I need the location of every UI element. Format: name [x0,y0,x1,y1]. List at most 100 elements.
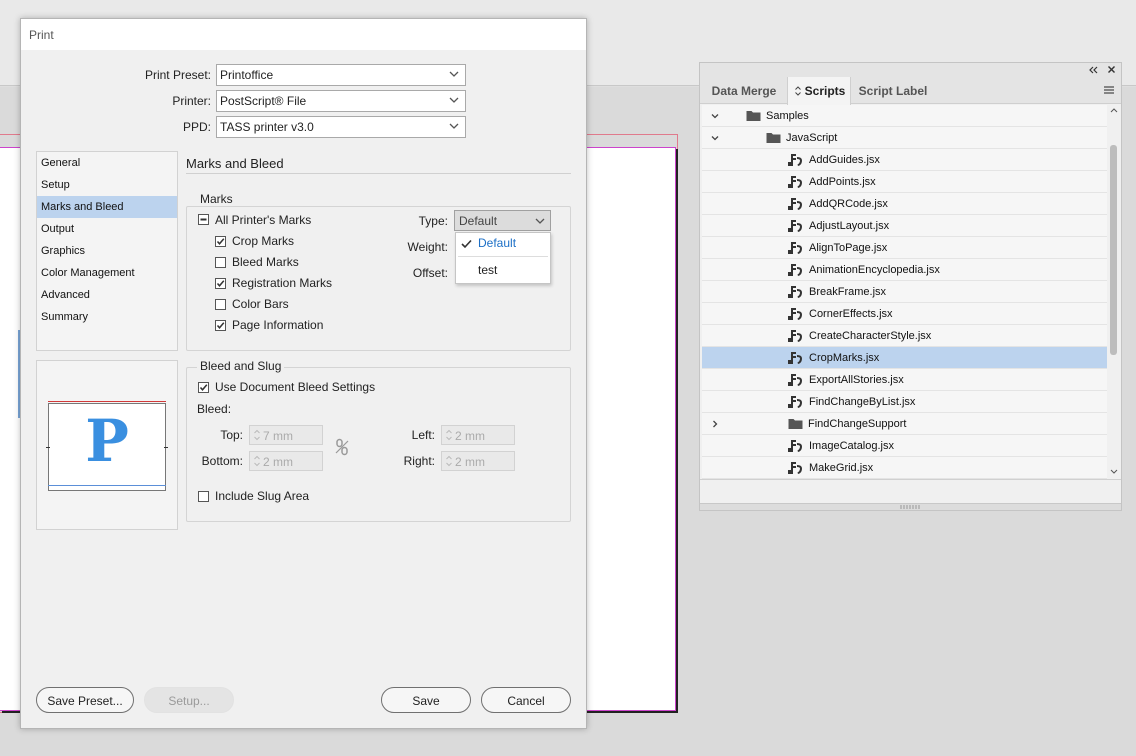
tree-item-label: AddPoints.jsx [809,176,876,188]
tab-script-label[interactable]: Script Label [852,77,934,104]
category-output[interactable]: Output [37,218,177,240]
category-general[interactable]: General [37,152,177,174]
close-icon[interactable] [1107,65,1116,74]
category-color-management[interactable]: Color Management [37,262,177,284]
setup-button[interactable]: Setup... [144,687,234,713]
color-bars-checkbox[interactable] [215,299,226,310]
script-icon [788,374,802,386]
type-option-default[interactable]: Default [478,236,516,250]
bleed-left-input[interactable]: 2 mm [441,425,515,445]
tree-item-label: CropMarks.jsx [809,352,880,364]
script-icon [788,176,802,188]
page-information-label: Page Information [232,318,324,332]
tree-folder-row[interactable]: Samples [702,105,1107,127]
indeterminate-icon [200,218,207,221]
bleed-bottom-value: 2 mm [263,455,293,469]
type-label: Type: [418,214,448,228]
panel-resize-grip[interactable] [700,503,1121,510]
tree-script-row[interactable]: AlignToPage.jsx [702,237,1107,259]
vertical-scrollbar[interactable] [1107,105,1120,479]
category-setup[interactable]: Setup [37,174,177,196]
category-summary[interactable]: Summary [37,306,177,328]
chevron-down-icon [449,71,459,77]
use-doc-bleed-checkbox[interactable] [198,382,209,393]
tree-script-row[interactable]: AddGuides.jsx [702,149,1107,171]
bleed-marks-label: Bleed Marks [232,255,299,269]
cancel-button[interactable]: Cancel [481,687,571,713]
bleed-right-input[interactable]: 2 mm [441,451,515,471]
category-marks-and-bleed[interactable]: Marks and Bleed [37,196,177,218]
bleed-top-input[interactable]: 7 mm [249,425,323,445]
tree-item-label: AlignToPage.jsx [809,242,888,254]
include-slug-checkbox[interactable] [198,491,209,502]
tree-script-row[interactable]: CornerEffects.jsx [702,303,1107,325]
chevron-down-icon[interactable] [710,133,720,143]
bleed-top-value: 7 mm [263,429,293,443]
preview-page-line [48,485,166,486]
script-icon [788,352,802,364]
save-preset-button[interactable]: Save Preset... [36,687,134,713]
registration-marks-checkbox[interactable] [215,278,226,289]
category-advanced[interactable]: Advanced [37,284,177,306]
script-icon [788,220,802,232]
folder-icon [788,419,803,429]
tree-folder-row[interactable]: JavaScript [702,127,1107,149]
scrollbar-thumb[interactable] [1110,145,1117,355]
tree-script-row[interactable]: MakeGrid.jsx [702,457,1107,479]
registration-marks-label: Registration Marks [232,276,333,290]
tree-item-label: ImageCatalog.jsx [809,440,894,452]
chevron-down-icon[interactable] [710,111,720,121]
tree-script-row[interactable]: CreateCharacterStyle.jsx [702,325,1107,347]
type-option-test[interactable]: test [478,263,497,277]
bleed-marks-checkbox[interactable] [215,257,226,268]
bleed-bottom-input[interactable]: 2 mm [249,451,323,471]
crop-marks-checkbox[interactable] [215,236,226,247]
scripts-panel: Data Merge Scripts Script Label Samples J… [699,62,1122,511]
tree-item-label: BreakFrame.jsx [809,286,887,298]
tree-script-row[interactable]: ExportAllStories.jsx [702,369,1107,391]
scroll-up-icon[interactable] [1110,107,1118,113]
tab-data-merge[interactable]: Data Merge [702,77,786,104]
scroll-down-icon[interactable] [1110,469,1118,475]
printer-value: PostScript® File [220,94,307,108]
chevron-right-icon[interactable] [710,419,720,429]
checkmark-icon [216,322,225,329]
save-button[interactable]: Save [381,687,471,713]
all-printers-marks-label: All Printer's Marks [215,213,312,227]
all-printers-marks-checkbox[interactable] [198,214,209,225]
tree-script-row[interactable]: BreakFrame.jsx [702,281,1107,303]
tree-item-label: CreateCharacterStyle.jsx [809,330,932,342]
tree-script-row[interactable]: CropMarks.jsx [702,347,1107,369]
tree-script-row[interactable]: AddPoints.jsx [702,171,1107,193]
tree-script-row[interactable]: FindChangeByList.jsx [702,391,1107,413]
type-dropdown-menu: Default test [455,232,551,284]
script-icon [788,264,802,276]
tab-scripts[interactable]: Scripts [787,77,851,105]
tree-script-row[interactable]: ImageCatalog.jsx [702,435,1107,457]
tree-script-row[interactable]: AdjustLayout.jsx [702,215,1107,237]
tree-item-label: FindChangeSupport [808,418,907,430]
type-dropdown[interactable]: Default [454,210,551,231]
ppd-dropdown[interactable]: TASS printer v3.0 [216,116,466,138]
sort-arrows-icon [795,86,801,96]
unlink-chain-icon[interactable] [334,438,350,456]
preview-glyph: P [85,407,129,475]
print-preset-dropdown[interactable]: Printoffice [216,64,466,86]
bleed-bottom-label: Bottom: [201,454,243,468]
page-information-checkbox[interactable] [215,320,226,331]
tree-item-label: MakeGrid.jsx [809,462,874,474]
tree-folder-row[interactable]: FindChangeSupport [702,413,1107,435]
checkmark-icon [199,384,208,391]
preview-bleed-line [48,401,166,402]
script-icon [788,154,802,166]
collapse-panel-icon[interactable] [1088,66,1098,74]
bleed-left-label: Left: [411,428,435,442]
include-slug-label: Include Slug Area [215,489,310,503]
tree-script-row[interactable]: AddQRCode.jsx [702,193,1107,215]
weight-label: Weight: [407,240,448,254]
panel-menu-icon[interactable] [1103,85,1115,95]
stepper-arrows-icon [254,455,260,467]
category-graphics[interactable]: Graphics [37,240,177,262]
printer-dropdown[interactable]: PostScript® File [216,90,466,112]
tree-script-row[interactable]: AnimationEncyclopedia.jsx [702,259,1107,281]
